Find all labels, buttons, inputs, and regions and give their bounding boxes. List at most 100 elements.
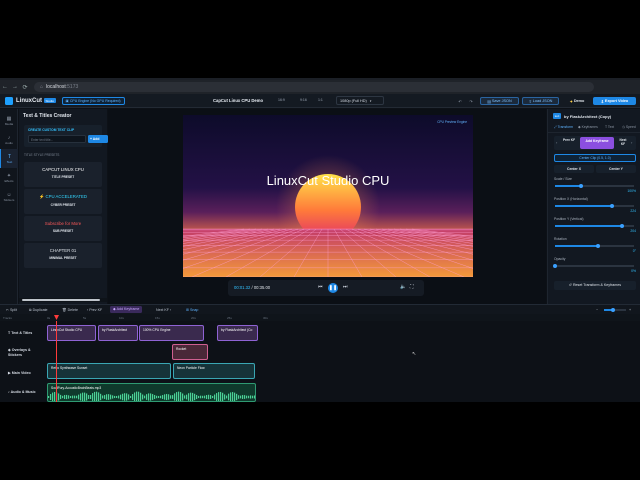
- style-presets-label: TITLE STYLE PRESETS: [24, 153, 60, 157]
- center-clip-button[interactable]: Center Clip (0.5, 1.0): [554, 154, 636, 162]
- rail-item-media[interactable]: ▦ Media: [0, 111, 18, 130]
- reset-transform-button[interactable]: ↺ Reset Transform & Keyframes: [554, 281, 636, 290]
- site-info-icon[interactable]: ⌂: [40, 84, 43, 90]
- save-icon: ▤: [487, 99, 491, 104]
- tool-rail: ▦ Media ♪ Audio T Text ✦ Effects ☺ Stickers: [0, 109, 18, 304]
- add-keyframe-button[interactable]: Add Keyframe: [580, 137, 614, 149]
- skip-forward-icon[interactable]: ⏭: [343, 284, 348, 290]
- skip-back-icon[interactable]: ⏮: [318, 284, 323, 290]
- browser-toolbar: ← → ⟳ ⌂ localhost:5173: [0, 80, 640, 94]
- clip-audio-track[interactable]: SoulFury-AcousticBrainBeats.mp3: [47, 383, 256, 402]
- clip-overlay-rocket[interactable]: Rocket: [172, 344, 208, 360]
- playhead[interactable]: [56, 321, 57, 402]
- canvas-title-text[interactable]: LinuxCut Studio CPU: [183, 173, 473, 188]
- add-keyframe-timeline[interactable]: ◆ Add Keyframe: [110, 306, 143, 313]
- slider-track[interactable]: [555, 223, 634, 228]
- tab-keyframes[interactable]: ◆ Keyframes: [578, 125, 598, 129]
- rail-item-effects[interactable]: ✦ Effects: [0, 168, 18, 187]
- load-json-button[interactable]: ⇪ Load JSON: [522, 97, 559, 105]
- redo-icon[interactable]: ↷: [467, 97, 475, 105]
- video-canvas[interactable]: CPU Preview Engine LinuxCut Studio CPU: [183, 115, 473, 277]
- clip-video-particles[interactable]: Neon Particle Flow: [173, 363, 255, 379]
- next-kf-timeline[interactable]: Next KF ›: [156, 308, 171, 312]
- prev-kf-timeline[interactable]: ‹ Prev KF: [87, 308, 102, 312]
- clip-text-title[interactable]: LinuxCut Studio CPU: [47, 325, 96, 341]
- scrollbar-thumb[interactable]: [22, 299, 100, 301]
- tab-text[interactable]: T Text: [605, 125, 614, 129]
- slider-knob[interactable]: [609, 203, 614, 208]
- next-kf-button[interactable]: Next KF: [617, 138, 629, 146]
- slider-label: Position X (Horizontal): [554, 197, 588, 201]
- add-text-button[interactable]: + Add: [88, 135, 108, 143]
- aspect-16-9[interactable]: 16:9: [278, 98, 285, 102]
- app-name: LinuxCut: [16, 97, 42, 104]
- clip-video-synthwave[interactable]: Retro Synthwave Sunset: [47, 363, 171, 379]
- back-icon[interactable]: ←: [0, 84, 10, 90]
- undo-icon[interactable]: ↶: [456, 97, 464, 105]
- text-icon: T: [8, 331, 11, 335]
- slider-knob[interactable]: [579, 183, 584, 188]
- style-preset-card[interactable]: ⚡ CPU ACCELERATED CYBER PRESET: [24, 189, 102, 214]
- aspect-1-1[interactable]: 1:1: [318, 98, 323, 102]
- save-json-button[interactable]: ▤ Save JSON: [480, 97, 519, 105]
- rail-item-audio[interactable]: ♪ Audio: [0, 130, 18, 149]
- slider-knob[interactable]: [553, 263, 557, 268]
- center-x-button[interactable]: Center X: [554, 165, 594, 173]
- export-video-button[interactable]: ⇩ Export Video: [593, 97, 636, 105]
- rail-item-stickers[interactable]: ☺ Stickers: [0, 187, 18, 206]
- fullscreen-icon[interactable]: ⛶: [410, 284, 414, 290]
- ruler-tick: 15s: [155, 315, 160, 320]
- prev-kf-button[interactable]: Prev KF: [562, 138, 576, 142]
- style-preset-card[interactable]: Subscribe for More SUB PRESET: [24, 216, 102, 241]
- tab-speed[interactable]: ◷ Speed: [622, 125, 636, 129]
- center-y-button[interactable]: Center Y: [596, 165, 636, 173]
- slider-track[interactable]: [555, 203, 634, 208]
- panel-scrollbar[interactable]: [19, 298, 107, 302]
- tab-transform[interactable]: ⤢ Transform: [554, 125, 573, 129]
- slider-knob[interactable]: [620, 223, 625, 228]
- zoom-out-icon[interactable]: −: [596, 308, 598, 312]
- forward-icon[interactable]: →: [10, 84, 20, 90]
- demo-button[interactable]: ✦ Demo: [564, 97, 590, 105]
- rail-item-text[interactable]: T Text: [0, 149, 18, 168]
- preset-preview-text: Subscribe for More: [44, 221, 82, 226]
- address-bar[interactable]: ⌂ localhost:5173: [34, 82, 594, 92]
- snap-toggle[interactable]: ⊞ Snap: [186, 308, 198, 312]
- zoom-knob[interactable]: [611, 307, 615, 312]
- zoom-in-icon[interactable]: +: [629, 308, 631, 312]
- clip-text-byline-copy[interactable]: by FlaskArchitect (Co: [217, 325, 258, 341]
- slider-track[interactable]: [555, 183, 634, 188]
- timeline-toolbar: ✂ Split ⧉ Duplicate 🗑 Delete ‹ Prev KF ◆…: [0, 304, 640, 314]
- project-title[interactable]: CapCut Linux CPU Demo: [213, 98, 263, 103]
- preset-preview-text: CAPCUT LINUX CPU: [42, 167, 84, 172]
- style-preset-card[interactable]: CAPCUT LINUX CPU TITLE PRESET: [24, 162, 102, 187]
- logo-icon: [5, 96, 13, 105]
- resolution-select[interactable]: 1080p (Full HD) ▾: [336, 96, 384, 105]
- volume-icon[interactable]: 🔈: [400, 284, 406, 290]
- layers-icon: ◈: [8, 348, 11, 352]
- pause-button[interactable]: ❚❚: [328, 283, 338, 293]
- ruler-tick: 5s: [83, 315, 87, 320]
- duplicate-button[interactable]: ⧉ Duplicate: [29, 308, 48, 312]
- custom-text-input[interactable]: Enter text title...: [28, 135, 86, 143]
- slider-track[interactable]: [555, 243, 634, 248]
- slider-value: 0%: [631, 269, 636, 273]
- style-preset-card[interactable]: CHAPTER 01 MINIMAL PRESET: [24, 243, 102, 268]
- split-button[interactable]: ✂ Split: [6, 308, 17, 312]
- custom-text-card: CREATE CUSTOM TEXT CLIP Enter text title…: [24, 125, 108, 147]
- chevron-down-icon: ▾: [369, 98, 372, 103]
- ruler-tick: 10s: [119, 315, 124, 320]
- chevron-right-icon[interactable]: ›: [631, 140, 632, 145]
- delete-button[interactable]: 🗑 Delete: [62, 308, 78, 312]
- clip-text-byline[interactable]: by FlaskArchitect: [98, 325, 138, 341]
- chevron-left-icon[interactable]: ‹: [556, 140, 557, 145]
- keyframe-controls: ‹ Prev KF Add Keyframe Next KF ›: [554, 136, 636, 150]
- slider-knob[interactable]: [596, 243, 601, 248]
- engine-tag: CPU Preview Engine: [437, 120, 467, 124]
- zoom-slider[interactable]: [604, 307, 626, 312]
- clip-text-engine[interactable]: 100% CPU Engine: [139, 325, 204, 341]
- slider-track[interactable]: [553, 263, 634, 268]
- preset-name: MINIMAL PRESET: [49, 256, 77, 260]
- aspect-9-16[interactable]: 9:16: [300, 98, 307, 102]
- reload-icon[interactable]: ⟳: [20, 84, 30, 91]
